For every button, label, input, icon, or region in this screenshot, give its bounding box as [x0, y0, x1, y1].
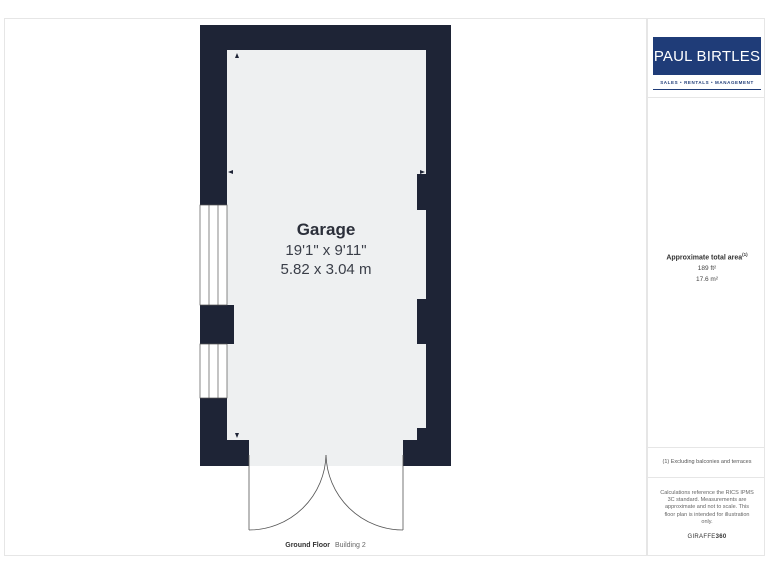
window-left-lower	[199, 343, 228, 399]
total-area-title: Approximate total area(1)	[666, 252, 748, 262]
wall-bottom-left	[200, 440, 249, 466]
brand-tagline: SALES • RENTALS • MANAGEMENT	[653, 75, 761, 90]
sidebar-divider	[648, 97, 764, 98]
total-area-sqm: 17.6 m²	[695, 276, 719, 283]
info-sidebar: PAUL BIRTLES SALES • RENTALS • MANAGEMEN…	[647, 18, 765, 556]
wall-right-pier-2	[417, 299, 427, 344]
wall-left-pier	[200, 305, 234, 344]
wall-right-step	[417, 428, 427, 440]
exclusion-note: (1) Excluding balconies and terraces	[662, 459, 752, 465]
wall-top	[200, 25, 451, 50]
wall-left-upper	[200, 25, 227, 205]
wall-right-pier-1	[417, 174, 427, 210]
software-credit: GIRAFFE360	[687, 534, 727, 540]
total-area-sqft: 189 ft²	[697, 265, 717, 272]
room-label: Garage 19'1" x 9'11" 5.82 x 3.04 m	[226, 220, 426, 278]
brand-logo: PAUL BIRTLES SALES • RENTALS • MANAGEMEN…	[653, 37, 761, 90]
floor-name: Ground Floor	[285, 542, 330, 549]
window-left-upper	[199, 204, 228, 306]
floor-caption: Ground Floor Building 2	[0, 542, 651, 549]
sidebar-divider	[648, 447, 764, 448]
double-door	[248, 454, 404, 531]
wall-right	[426, 25, 451, 466]
room-dimensions-imperial: 19'1" x 9'11"	[285, 242, 367, 259]
calculation-note: Calculations reference the RICS IPMS 3C …	[660, 490, 754, 525]
sidebar-divider	[648, 477, 764, 478]
room-dimensions-metric: 5.82 x 3.04 m	[280, 261, 372, 278]
room-name: Garage	[296, 220, 356, 239]
area-footnote-marker: (1)	[742, 252, 748, 257]
wall-bottom-right	[403, 440, 451, 466]
brand-name: PAUL BIRTLES	[653, 37, 761, 75]
building-name: Building 2	[334, 542, 366, 549]
